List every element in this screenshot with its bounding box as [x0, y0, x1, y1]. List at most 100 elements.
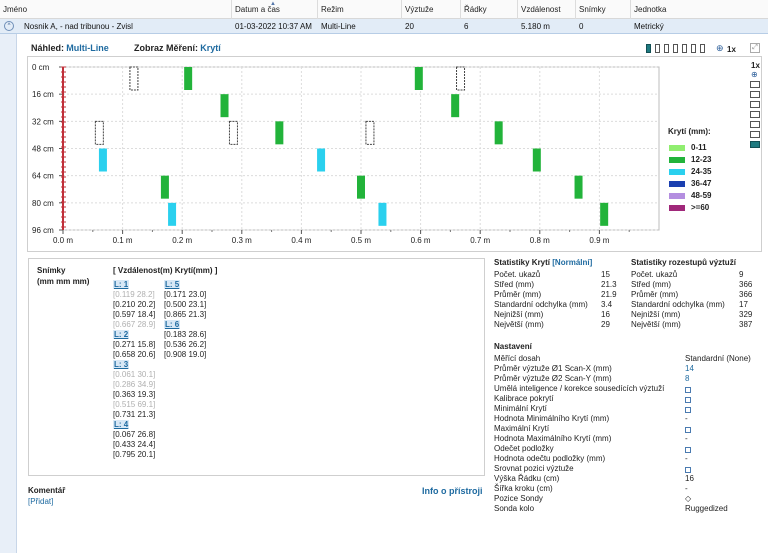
- reading-value: [0.183 28.6]: [164, 330, 207, 339]
- row-unit: Metrický: [634, 22, 664, 31]
- line-label-text[interactable]: L: 5: [164, 280, 181, 289]
- legend-label: 12-23: [691, 155, 712, 164]
- stat-value: -: [685, 454, 688, 463]
- row-distance: 5.180 m: [521, 22, 550, 31]
- view-mode-box[interactable]: [682, 44, 687, 53]
- col-header-snapshots[interactable]: Snímky: [575, 0, 630, 19]
- view-mode-box[interactable]: [673, 44, 678, 53]
- line-toggle-box[interactable]: [750, 121, 760, 128]
- sort-up-icon: ▲: [270, 1, 276, 7]
- line-toggle-box[interactable]: [750, 111, 760, 118]
- readings-title: Snímky: [37, 266, 66, 275]
- collapse-icon[interactable]: ^: [4, 21, 14, 31]
- stat-label: Minimální Krytí: [494, 404, 547, 413]
- view-mode-selected[interactable]: [646, 44, 651, 53]
- stat-label: Největší (mm): [631, 320, 681, 329]
- table-row[interactable]: Nosnik A, - nad tribunou - Zvisl 01-03-2…: [0, 19, 768, 34]
- preview-value[interactable]: Multi-Line: [66, 43, 109, 53]
- side-zoom-icon[interactable]: ⊕: [751, 70, 758, 79]
- reading-value: [0.795 20.1]: [113, 450, 156, 459]
- line-label-text[interactable]: L: 3: [113, 360, 130, 369]
- row-rebars: 20: [405, 22, 414, 31]
- row-datetime: 01-03-2022 10:37 AM: [235, 22, 312, 31]
- zoom-icon[interactable]: ⊕: [716, 43, 724, 54]
- rebar-marker: [94, 120, 104, 145]
- checkbox-icon[interactable]: [685, 397, 691, 403]
- stat-label: Umělá inteligence / korekce sousedících …: [494, 384, 665, 393]
- stat-value[interactable]: 14: [685, 364, 694, 374]
- rebar-marker: [451, 94, 460, 118]
- row-mode: Multi-Line: [321, 22, 356, 31]
- line-label-text[interactable]: L: 6: [164, 320, 181, 329]
- reading-value: [0.061 30.1]: [113, 370, 156, 379]
- line-label[interactable]: L: 2: [113, 330, 130, 340]
- stat-value: Ruggedized: [685, 504, 728, 513]
- checkbox-icon[interactable]: [685, 447, 691, 453]
- stat-value: 17: [739, 300, 748, 309]
- fit-view-icon[interactable]: ⤢: [750, 43, 760, 53]
- device-info-link[interactable]: Info o přístroji: [422, 486, 483, 496]
- y-tick-label: 16 cm: [32, 90, 54, 99]
- stat-label: Nejnižší (mm): [631, 310, 681, 319]
- stat-value: 9: [739, 270, 744, 279]
- checkbox-icon[interactable]: [685, 407, 691, 413]
- cover-stats-mode[interactable]: [Normální]: [552, 258, 592, 267]
- rebar-marker: [532, 148, 541, 172]
- legend-label: 24-35: [691, 167, 712, 176]
- stat-value[interactable]: 8: [685, 374, 689, 384]
- line-toggle-box[interactable]: [750, 91, 760, 98]
- checkbox-icon[interactable]: [685, 467, 691, 473]
- setting-checkbox[interactable]: [685, 396, 691, 406]
- x-tick-label: 0.2 m: [172, 236, 192, 245]
- rebar-marker: [275, 121, 284, 145]
- reading-value: [0.536 26.2]: [164, 340, 207, 349]
- col-header-rebars[interactable]: Výztuže: [401, 0, 460, 19]
- view-mode-box[interactable]: [700, 44, 705, 53]
- reading-value: [0.515 69.1]: [113, 400, 156, 409]
- line-label[interactable]: L: 1: [113, 280, 130, 290]
- line-label[interactable]: L: 4: [113, 420, 130, 430]
- x-tick-label: 0.3 m: [232, 236, 252, 245]
- stat-value: 21.3: [601, 280, 617, 289]
- line-toggle-box[interactable]: [750, 81, 760, 88]
- col-header-unit[interactable]: Jednotka: [630, 0, 768, 19]
- line-label[interactable]: L: 6: [164, 320, 181, 330]
- line-label[interactable]: L: 5: [164, 280, 181, 290]
- line-toggle-box[interactable]: [750, 101, 760, 108]
- stat-label: Hodnota Minimálního Krytí (mm): [494, 414, 610, 423]
- col-header-name[interactable]: Jméno: [0, 0, 231, 19]
- display-value[interactable]: Krytí: [200, 43, 221, 53]
- col-header-mode[interactable]: Režim: [317, 0, 401, 19]
- legend-label: 0-11: [691, 143, 707, 152]
- stat-value: 15: [601, 270, 610, 279]
- line-toggle-box[interactable]: [750, 131, 760, 138]
- legend-swatch: [669, 181, 685, 187]
- stat-value: Standardní (None): [685, 354, 751, 363]
- view-mode-box[interactable]: [664, 44, 669, 53]
- preview-label: Náhled:: [31, 43, 65, 53]
- col-header-lines[interactable]: Řádky: [460, 0, 517, 19]
- stat-label: Průměr výztuže Ø1 Scan-X (mm): [494, 364, 612, 373]
- line-toggle-box[interactable]: [750, 141, 760, 148]
- view-mode-box[interactable]: [655, 44, 660, 53]
- stat-label: Standardní odchylka (mm): [631, 300, 725, 309]
- rebar-marker: [456, 66, 466, 91]
- stat-label: Průměr (mm): [631, 290, 679, 299]
- col-header-distance[interactable]: Vzdálenost: [517, 0, 575, 19]
- setting-checkbox[interactable]: [685, 386, 691, 396]
- checkbox-icon[interactable]: [685, 427, 691, 433]
- line-label-text[interactable]: L: 1: [113, 280, 130, 289]
- line-label[interactable]: L: 3: [113, 360, 130, 370]
- comment-title: Komentář: [28, 486, 66, 495]
- checkbox-icon[interactable]: [685, 387, 691, 393]
- rebar-marker: [168, 202, 177, 226]
- x-tick-label: 0.6 m: [411, 236, 431, 245]
- line-label-text[interactable]: L: 2: [113, 330, 130, 339]
- view-mode-box[interactable]: [691, 44, 696, 53]
- stat-label: Průměr (mm): [494, 290, 542, 299]
- add-comment-link[interactable]: [Přidat]: [28, 497, 53, 507]
- stat-label: Měřící dosah: [494, 354, 541, 363]
- stat-label: Kalibrace pokrytí: [494, 394, 554, 403]
- line-label-text[interactable]: L: 4: [113, 420, 130, 429]
- row-name: Nosnik A, - nad tribunou - Zvisl: [24, 22, 133, 31]
